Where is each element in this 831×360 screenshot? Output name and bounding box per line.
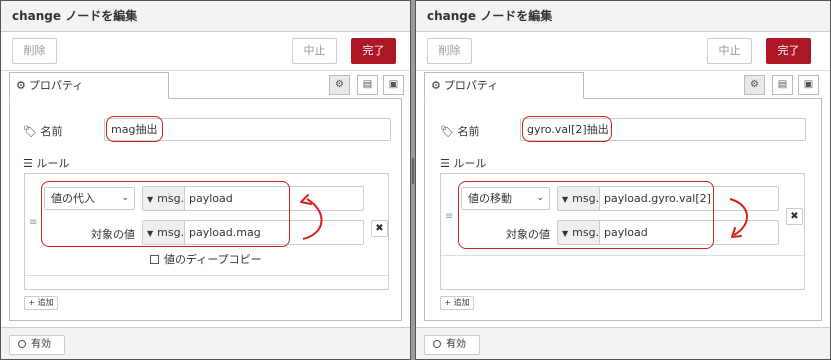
right-editor-panel: change ノードを編集 削除 中止 完了 ⚙ プロパティ ⚙ ▤ ▣ 🏷 名前… [415, 0, 831, 360]
gear-icon: ⚙ [431, 79, 441, 92]
drag-handle-icon[interactable]: ≡ [29, 218, 37, 228]
enable-toggle[interactable]: 有効 [424, 335, 480, 355]
tab-appearance[interactable]: ▣ [798, 75, 819, 95]
annotation-rule-highlight [41, 181, 290, 247]
annotation-arrow [729, 198, 748, 238]
toolbar-divider [1, 70, 410, 71]
tab-properties[interactable]: ⚙ プロパティ [424, 72, 584, 99]
annotation-name-highlight [522, 116, 612, 142]
appearance-icon: ▣ [803, 79, 814, 90]
tray-title: change ノードを編集 [1, 1, 410, 32]
tab-properties-label: プロパティ [28, 79, 84, 92]
done-button[interactable]: 完了 [766, 38, 811, 64]
tabs-row: ⚙ プロパティ ⚙ ▤ ▣ [9, 72, 404, 99]
tab-settings[interactable]: ⚙ [329, 75, 350, 95]
list-icon: ☰ [23, 157, 33, 170]
close-icon: ✖ [375, 223, 384, 234]
name-label: 🏷 名前 [23, 125, 63, 138]
list-icon: ☰ [440, 157, 450, 170]
delete-button[interactable]: 削除 [12, 38, 57, 64]
cancel-button[interactable]: 中止 [707, 38, 752, 64]
footer-bar: 有効 [1, 327, 410, 359]
tab-appearance[interactable]: ▣ [383, 75, 404, 95]
done-button[interactable]: 完了 [351, 38, 396, 64]
tab-description[interactable]: ▤ [357, 75, 378, 95]
circle-icon [18, 340, 26, 348]
deep-copy-checkbox[interactable] [150, 255, 159, 264]
description-icon: ▤ [777, 79, 788, 90]
rule-list-divider [441, 255, 804, 256]
delete-button[interactable]: 削除 [427, 38, 472, 64]
close-icon: ✖ [790, 211, 799, 222]
tab-description[interactable]: ▤ [772, 75, 793, 95]
add-rule-button[interactable]: + 追加 [440, 296, 474, 310]
description-icon: ▤ [362, 79, 373, 90]
plus-icon: + [444, 298, 452, 307]
rules-label: ☰ ルール [23, 157, 70, 170]
tab-properties-label: プロパティ [443, 79, 499, 92]
footer-bar: 有効 [416, 327, 830, 359]
tray-title: change ノードを編集 [416, 1, 830, 32]
name-label: 🏷 名前 [440, 125, 480, 138]
left-editor-panel: change ノードを編集 削除 中止 完了 ⚙ プロパティ ⚙ ▤ ▣ 🏷 名前… [0, 0, 411, 360]
drag-handle-icon[interactable]: ≡ [445, 212, 453, 222]
tab-properties[interactable]: ⚙ プロパティ [9, 72, 169, 99]
tab-settings[interactable]: ⚙ [744, 75, 765, 95]
gear-icon: ⚙ [750, 79, 759, 90]
annotation-name-highlight [106, 116, 163, 142]
appearance-icon: ▣ [388, 79, 399, 90]
annotation-rule-highlight [458, 181, 714, 249]
cancel-button[interactable]: 中止 [292, 38, 337, 64]
circle-icon [433, 340, 441, 348]
add-rule-button[interactable]: + 追加 [24, 296, 58, 310]
gear-icon: ⚙ [16, 79, 26, 92]
remove-rule-button[interactable]: ✖ [786, 208, 803, 225]
toolbar-divider [416, 70, 830, 71]
rule-list-divider [25, 275, 388, 276]
plus-icon: + [28, 298, 36, 307]
rules-label: ☰ ルール [440, 157, 487, 170]
gear-icon: ⚙ [335, 79, 344, 90]
tag-icon: 🏷 [440, 125, 454, 138]
enable-toggle[interactable]: 有効 [9, 335, 65, 355]
remove-rule-button[interactable]: ✖ [371, 220, 388, 237]
tag-icon: 🏷 [23, 125, 37, 138]
tabs-row: ⚙ プロパティ ⚙ ▤ ▣ [424, 72, 822, 99]
annotation-arrow [300, 194, 323, 240]
deep-copy-option[interactable]: 値のディープコピー [150, 251, 262, 267]
